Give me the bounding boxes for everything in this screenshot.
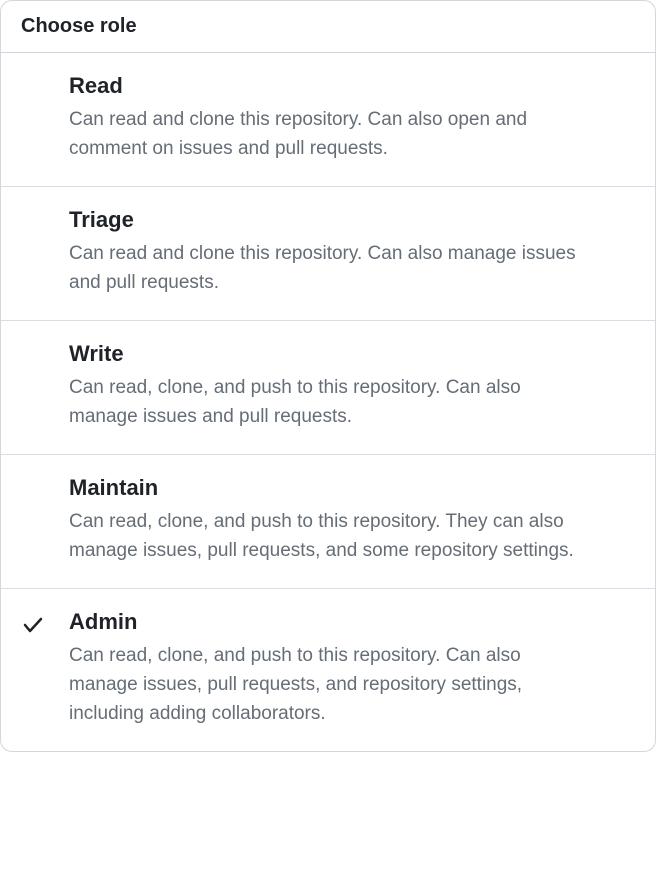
check-column <box>21 207 69 235</box>
role-content: Triage Can read and clone this repositor… <box>69 207 635 298</box>
role-item-write[interactable]: Write Can read, clone, and push to this … <box>1 321 655 455</box>
check-column <box>21 341 69 369</box>
check-icon <box>21 613 45 637</box>
role-description: Can read, clone, and push to this reposi… <box>69 507 589 566</box>
role-title: Admin <box>69 609 635 635</box>
role-content: Admin Can read, clone, and push to this … <box>69 609 635 729</box>
check-column <box>21 609 69 637</box>
role-item-triage[interactable]: Triage Can read and clone this repositor… <box>1 187 655 321</box>
role-title: Read <box>69 73 635 99</box>
role-dropdown: Choose role Read Can read and clone this… <box>0 0 656 752</box>
role-description: Can read, clone, and push to this reposi… <box>69 373 589 432</box>
role-item-read[interactable]: Read Can read and clone this repository.… <box>1 53 655 187</box>
role-item-maintain[interactable]: Maintain Can read, clone, and push to th… <box>1 455 655 589</box>
role-title: Write <box>69 341 635 367</box>
role-description: Can read, clone, and push to this reposi… <box>69 641 589 729</box>
role-description: Can read and clone this repository. Can … <box>69 239 589 298</box>
check-column <box>21 475 69 503</box>
check-column <box>21 73 69 101</box>
role-content: Write Can read, clone, and push to this … <box>69 341 635 432</box>
role-title: Maintain <box>69 475 635 501</box>
role-content: Read Can read and clone this repository.… <box>69 73 635 164</box>
role-content: Maintain Can read, clone, and push to th… <box>69 475 635 566</box>
dropdown-header: Choose role <box>1 1 655 53</box>
role-title: Triage <box>69 207 635 233</box>
role-description: Can read and clone this repository. Can … <box>69 105 589 164</box>
role-list: Read Can read and clone this repository.… <box>1 53 655 751</box>
role-item-admin[interactable]: Admin Can read, clone, and push to this … <box>1 589 655 751</box>
